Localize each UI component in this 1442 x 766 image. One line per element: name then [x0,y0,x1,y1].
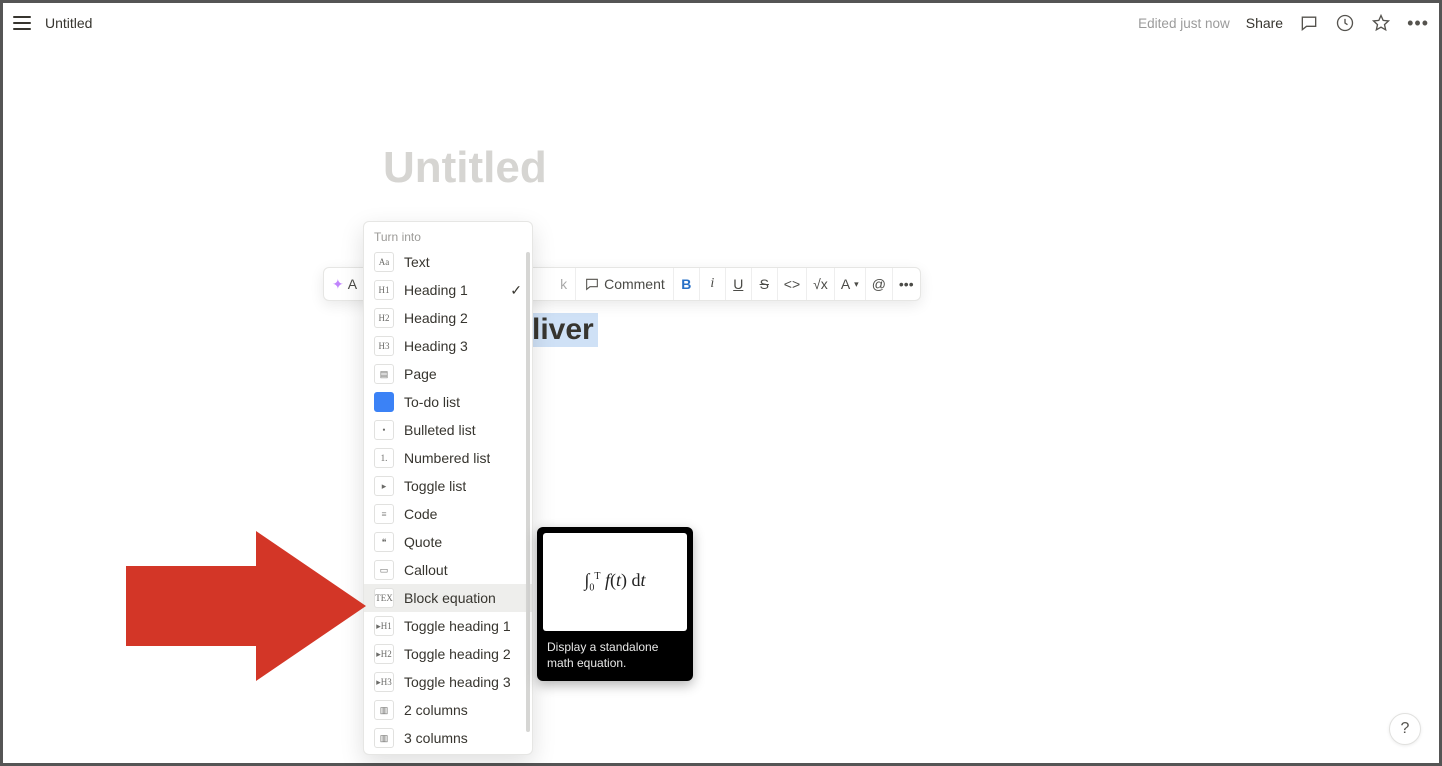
menu-item-icon: ▸H3 [374,672,394,692]
menu-item-icon: • [374,420,394,440]
edited-status: Edited just now [1138,16,1230,31]
text-color-button[interactable]: A▾ [834,268,865,300]
menu-item-icon: TEX [374,588,394,608]
menu-item-code[interactable]: ≡ Code [364,500,532,528]
menu-item-icon: H2 [374,308,394,328]
equation-preview-image: ∫0T f(t) dt [543,533,687,631]
menu-item-label: Toggle heading 3 [404,674,511,690]
menu-item-icon: ▸H2 [374,644,394,664]
underline-button[interactable]: U [725,268,751,300]
format-more-button[interactable]: ••• [892,268,920,300]
menu-item-icon: ❝ [374,532,394,552]
menu-item-numbered-list[interactable]: 1. Numbered list [364,444,532,472]
menu-item-icon: ≡ [374,504,394,524]
menu-item-3-columns[interactable]: ▥ 3 columns [364,724,532,752]
topbar: Untitled Edited just now Share ••• [3,3,1439,43]
menu-item-quote[interactable]: ❝ Quote [364,528,532,556]
menu-item-icon: Aa [374,252,394,272]
menu-item-icon: ▸ [374,476,394,496]
check-icon: ✓ [510,282,522,299]
favorite-star-icon[interactable] [1371,13,1391,33]
menu-item-heading-1[interactable]: H1 Heading 1 ✓ [364,276,532,304]
annotation-arrow-icon [121,521,371,696]
mention-button[interactable]: @ [865,268,892,300]
selected-heading-text[interactable]: liver [528,313,598,347]
menu-item-icon: H1 [374,280,394,300]
menu-item-toggle-heading-3[interactable]: ▸H3 Toggle heading 3 [364,668,532,696]
menu-item-label: Heading 2 [404,310,468,326]
menu-item-icon: ▥ [374,700,394,720]
menu-item-callout[interactable]: ▭ Callout [364,556,532,584]
menu-item-label: Toggle heading 1 [404,618,511,634]
preview-description: Display a standalone math equation. [543,631,687,675]
bold-button[interactable]: B [673,268,699,300]
menu-item-2-columns[interactable]: ▥ 2 columns [364,696,532,724]
page-title-area: Untitled [383,143,547,193]
menu-toggle-icon[interactable] [13,16,31,30]
comments-icon[interactable] [1299,13,1319,33]
comment-button[interactable]: Comment [575,268,673,300]
code-button[interactable]: <> [777,268,806,300]
menu-item-text[interactable]: Aa Text [364,248,532,276]
menu-item-toggle-list[interactable]: ▸ Toggle list [364,472,532,500]
help-button[interactable]: ? [1389,713,1421,745]
equation-button[interactable]: √x [806,268,834,300]
menu-item-label: Code [404,506,437,522]
turn-into-menu: Turn into AaTextH1Heading 1✓H2Heading 2H… [363,221,533,755]
menu-item-label: Numbered list [404,450,490,466]
strikethrough-button[interactable]: S [751,268,777,300]
menu-item-icon [374,392,394,412]
menu-item-icon: ▤ [374,364,394,384]
menu-item-label: Quote [404,534,442,550]
menu-item-label: Heading 3 [404,338,468,354]
menu-item-block-equation[interactable]: TEX Block equation [364,584,532,612]
menu-item-toggle-heading-1[interactable]: ▸H1 Toggle heading 1 [364,612,532,640]
menu-item-label: Toggle heading 2 [404,646,511,662]
menu-header: Turn into [364,222,532,248]
menu-item-page[interactable]: ▤ Page [364,360,532,388]
menu-item-toggle-heading-2[interactable]: ▸H2 Toggle heading 2 [364,640,532,668]
menu-item-heading-3[interactable]: H3 Heading 3 [364,332,532,360]
menu-item-label: Heading 1 [404,282,468,298]
menu-item-label: 2 columns [404,702,468,718]
menu-item-label: Page [404,366,437,382]
history-icon[interactable] [1335,13,1355,33]
menu-item-heading-2[interactable]: H2 Heading 2 [364,304,532,332]
menu-item-icon: H3 [374,336,394,356]
menu-item-label: Bulleted list [404,422,476,438]
menu-item-label: 3 columns [404,730,468,746]
italic-button[interactable]: i [699,268,725,300]
menu-item-label: Text [404,254,430,270]
menu-item-to-do-list[interactable]: To-do list [364,388,532,416]
share-button[interactable]: Share [1246,15,1283,31]
menu-item-bulleted-list[interactable]: • Bulleted list [364,416,532,444]
menu-item-label: To-do list [404,394,460,410]
menu-item-icon: 1. [374,448,394,468]
more-options-icon[interactable]: ••• [1407,14,1429,32]
menu-item-icon: ▸H1 [374,616,394,636]
page-title-placeholder[interactable]: Untitled [383,143,547,193]
menu-item-icon: ▭ [374,560,394,580]
menu-item-label: Block equation [404,590,496,606]
breadcrumb-title[interactable]: Untitled [45,15,92,31]
ask-ai-button[interactable]: ✦A [324,268,365,300]
menu-item-label: Toggle list [404,478,466,494]
block-equation-preview-tooltip: ∫0T f(t) dt Display a standalone math eq… [537,527,693,681]
menu-item-icon: ▥ [374,728,394,748]
menu-item-label: Callout [404,562,448,578]
